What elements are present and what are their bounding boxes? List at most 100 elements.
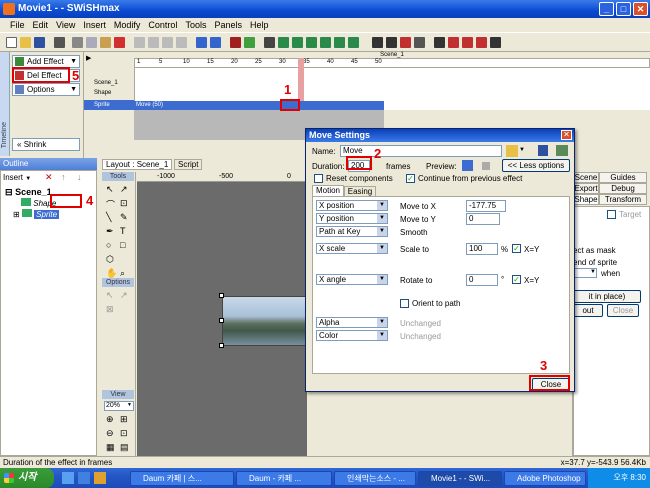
angle-xy-lock-checkbox[interactable]: ✓ [512, 275, 521, 284]
zoom-100-icon[interactable]: ⊡ [120, 428, 130, 438]
subselect-tool-icon[interactable]: ↗ [120, 184, 130, 194]
chevron-down-icon[interactable]: ▼ [519, 147, 525, 153]
insert-sound-icon[interactable] [334, 37, 345, 48]
scale-to-input[interactable]: 100 [466, 243, 498, 255]
maximize-button[interactable]: □ [616, 2, 631, 16]
alpha-select[interactable]: Alpha ▼ [316, 317, 388, 328]
task-print-source[interactable]: 인쇄막는소스 - ... [334, 471, 416, 486]
library-icon[interactable] [556, 145, 568, 156]
path-select[interactable]: Path at Key ▼ [316, 226, 388, 237]
move-effect-bar[interactable]: Move (50) [134, 101, 384, 110]
menu-tools[interactable]: Tools [185, 20, 206, 30]
select-tool-icon[interactable]: ↖ [106, 184, 116, 194]
continue-prev-checkbox[interactable]: ✓ [406, 174, 415, 183]
menu-file[interactable]: File [10, 20, 25, 30]
ie-icon[interactable] [78, 472, 90, 484]
timeline-row-sprite[interactable]: Sprite [84, 100, 134, 110]
clock[interactable]: 오후 8:30 [613, 473, 646, 482]
insert-sprite-icon[interactable] [292, 37, 303, 48]
x-scale-select[interactable]: X scale ▼ [316, 243, 388, 254]
color-select[interactable]: Color ▼ [316, 330, 388, 341]
scale-xy-lock-checkbox[interactable]: ✓ [512, 244, 521, 253]
ellipse-tool-icon[interactable]: ○ [106, 240, 116, 250]
paste-icon[interactable] [100, 37, 111, 48]
line-tool-icon[interactable]: ╲ [106, 212, 116, 222]
y-position-select[interactable]: Y position ▼ [316, 213, 388, 224]
tab-layout[interactable]: Layout : Scene_1 [102, 159, 173, 170]
save-icon[interactable] [538, 145, 548, 156]
transform-tool-icon[interactable]: ⊡ [120, 198, 130, 208]
reset-components-checkbox[interactable] [314, 174, 323, 183]
zoom-fit-icon[interactable]: ⊞ [120, 414, 130, 424]
redo-icon[interactable] [210, 37, 221, 48]
tab-script[interactable]: Script [174, 159, 203, 170]
orient-to-path-checkbox[interactable] [400, 299, 409, 308]
menu-panels[interactable]: Panels [214, 20, 242, 30]
show-desktop-icon[interactable] [62, 472, 74, 484]
minimize-button[interactable]: _ [599, 2, 614, 16]
menu-modify[interactable]: Modify [114, 20, 141, 30]
sprite-image[interactable] [222, 296, 306, 346]
move-up-icon[interactable]: ↑ [61, 172, 66, 182]
tab-debug[interactable]: Debug [599, 183, 647, 194]
cut-icon[interactable] [72, 37, 83, 48]
selection-handle[interactable] [219, 293, 224, 298]
move-down-icon[interactable]: ↓ [77, 172, 82, 182]
move-top-icon[interactable] [148, 37, 159, 48]
text-icon[interactable] [264, 37, 275, 48]
text-tool-icon[interactable]: T [120, 226, 130, 236]
copy-icon[interactable] [86, 37, 97, 48]
tab-guides[interactable]: Guides [599, 172, 647, 183]
timeline-row-scene[interactable]: Scene_1 [84, 78, 134, 88]
autoshape-tool-icon[interactable]: ⬡ [106, 254, 116, 264]
rotate-to-input[interactable]: 0 [466, 274, 498, 286]
zoom-out-icon[interactable]: ⊖ [106, 428, 116, 438]
menu-insert[interactable]: Insert [83, 20, 106, 30]
zoom-tool-icon[interactable]: ⌕ [120, 268, 130, 278]
quicklaunch-icon[interactable] [94, 472, 106, 484]
tab-easing[interactable]: Easing [344, 186, 376, 196]
properties-close-button[interactable]: Close [607, 304, 639, 317]
task-daum-cafe-2[interactable]: Daum - 카페 ... [236, 471, 332, 486]
task-photoshop[interactable]: Adobe Photoshop [504, 471, 586, 486]
option-straighten-icon[interactable]: ⊠ [106, 304, 116, 314]
timeline-row-shape[interactable]: Shape [84, 88, 134, 98]
less-options-button[interactable]: << Less options [502, 159, 570, 172]
close-window-button[interactable]: ✕ [633, 2, 648, 16]
start-button[interactable]: 시작 [0, 468, 54, 488]
preview-play-icon[interactable] [462, 160, 473, 171]
snap-grid-icon[interactable]: ▤ [120, 442, 130, 452]
selection-handle[interactable] [219, 343, 224, 348]
insert-shape-icon[interactable] [320, 37, 331, 48]
x-position-select[interactable]: X position ▼ [316, 200, 388, 211]
task-swishmax[interactable]: Movie1 - - SWi... [418, 471, 502, 486]
move-to-x-input[interactable]: -177.75 [466, 200, 506, 212]
delete-icon[interactable]: ✕ [45, 172, 53, 183]
outline-sprite-item[interactable]: ⊞ Sprite [13, 209, 91, 220]
tab-scene[interactable]: Scene [573, 172, 599, 183]
timeline-ruler[interactable]: 1 5 10 15 20 25 30 35 40 45 50 [134, 58, 650, 68]
about-button[interactable]: out [573, 304, 603, 317]
x-angle-select[interactable]: X angle ▼ [316, 274, 388, 285]
new-icon[interactable] [6, 37, 17, 48]
hand-tool-icon[interactable]: ✋ [106, 268, 117, 278]
stop-icon[interactable] [372, 37, 383, 48]
find-icon[interactable] [54, 37, 65, 48]
selection-handle[interactable] [219, 318, 224, 323]
dialog-close-icon[interactable]: ✕ [561, 130, 572, 140]
option-smooth-icon[interactable]: ↗ [120, 290, 130, 300]
move-bottom-icon[interactable] [176, 37, 187, 48]
first-frame-icon[interactable] [434, 37, 445, 48]
outline-scene-item[interactable]: ⊟ Scene_1 [5, 187, 52, 198]
shrink-button[interactable]: « Shrink [12, 138, 80, 151]
tab-motion[interactable]: Motion [312, 185, 344, 196]
options-button[interactable]: Options ▼ [12, 83, 80, 96]
tab-export[interactable]: Export [573, 183, 599, 194]
play-effect-icon[interactable] [400, 37, 411, 48]
open-folder-icon[interactable] [506, 145, 518, 157]
undo-icon[interactable] [196, 37, 207, 48]
delete-icon[interactable] [114, 37, 125, 48]
next-frame-icon[interactable] [462, 37, 473, 48]
preview-stop-icon[interactable] [482, 162, 490, 170]
rectangle-tool-icon[interactable]: □ [120, 240, 130, 250]
